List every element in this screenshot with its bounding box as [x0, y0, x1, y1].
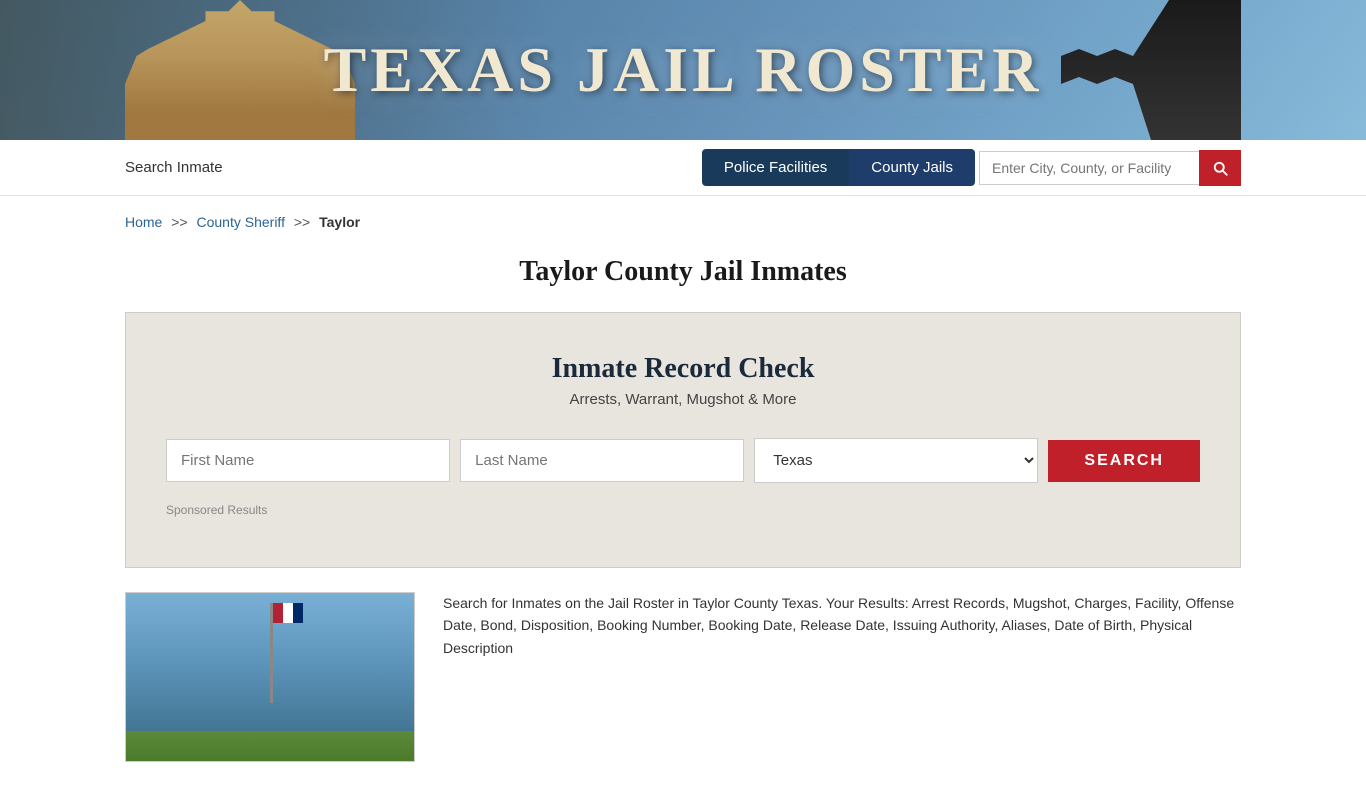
breadcrumb-sep-2: >>: [294, 214, 310, 230]
ground: [126, 731, 414, 761]
facility-search-input[interactable]: [979, 151, 1199, 185]
page-title-wrap: Taylor County Jail Inmates: [0, 238, 1366, 312]
police-facilities-button[interactable]: Police Facilities: [702, 149, 849, 186]
facility-search-button[interactable]: [1199, 150, 1241, 186]
thumbnail-image: [125, 592, 415, 762]
sponsored-label: Sponsored Results: [166, 503, 1200, 517]
site-title: Texas Jail Roster: [324, 33, 1043, 107]
search-inmate-label: Search Inmate: [125, 159, 223, 176]
nav-buttons: Police Facilities County Jails: [702, 149, 975, 186]
county-jails-button[interactable]: County Jails: [849, 149, 975, 186]
facility-search-wrap: [979, 150, 1241, 186]
breadcrumb-home[interactable]: Home: [125, 214, 162, 230]
flag: [273, 603, 303, 623]
nav-bar: Search Inmate Police Facilities County J…: [0, 140, 1366, 196]
breadcrumb-sep-1: >>: [171, 214, 187, 230]
irc-subtitle: Arrests, Warrant, Mugshot & More: [166, 391, 1200, 408]
page-title: Taylor County Jail Inmates: [0, 256, 1366, 288]
breadcrumb-county-sheriff[interactable]: County Sheriff: [197, 214, 285, 230]
breadcrumb: Home >> County Sheriff >> Taylor: [0, 196, 1366, 238]
irc-search-row: AlabamaAlaskaArizonaArkansasCaliforniaCo…: [166, 438, 1200, 483]
state-select[interactable]: AlabamaAlaskaArizonaArkansasCaliforniaCo…: [754, 438, 1038, 483]
last-name-input[interactable]: [460, 439, 744, 482]
breadcrumb-current: Taylor: [319, 214, 360, 230]
description-text: Search for Inmates on the Jail Roster in…: [443, 592, 1241, 659]
search-icon: [1211, 159, 1229, 177]
inmate-check-box: Inmate Record Check Arrests, Warrant, Mu…: [125, 312, 1241, 568]
irc-title: Inmate Record Check: [166, 353, 1200, 385]
bottom-section: Search for Inmates on the Jail Roster in…: [0, 568, 1366, 786]
irc-search-button[interactable]: SEARCH: [1048, 440, 1200, 482]
first-name-input[interactable]: [166, 439, 450, 482]
header-banner: Texas Jail Roster: [0, 0, 1366, 140]
